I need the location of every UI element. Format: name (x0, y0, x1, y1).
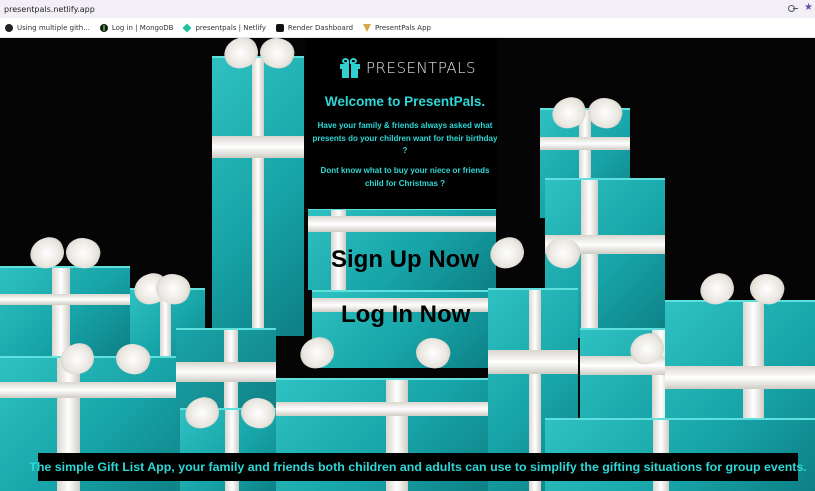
bookmark-presentpals[interactable]: PresentPals App (363, 23, 431, 32)
github-icon (5, 23, 13, 32)
ribbon-bow (490, 238, 580, 288)
url-text[interactable]: presentpals.netlify.app (4, 5, 95, 14)
ribbon-bow (60, 344, 150, 388)
netlify-icon (182, 22, 193, 33)
presentpals-logo: PRESENTPALS (340, 58, 476, 78)
gift-box (0, 266, 130, 356)
bookmark-mongodb[interactable]: Log in | MongoDB (99, 23, 174, 32)
logo-text: PRESENTPALS (366, 59, 477, 77)
mongodb-icon (99, 23, 108, 32)
gift-box (212, 56, 304, 336)
bookmark-label: PresentPals App (375, 23, 431, 32)
hero-section: PRESENTPALS Welcome to PresentPals. Have… (0, 38, 815, 491)
bookmark-label: Render Dashboard (287, 23, 354, 32)
ribbon-bow (700, 274, 784, 314)
intro-text-birthday: Have your family & friends always asked … (312, 121, 498, 155)
presentpals-icon (363, 23, 372, 32)
bookmark-label: presentpals | Netlify (195, 23, 266, 32)
gift-logo-icon (340, 58, 360, 78)
welcome-heading: Welcome to PresentPals. (324, 94, 486, 109)
bookmark-label: Log in | MongoDB (111, 23, 174, 32)
bookmarks-bar: Using multiple gith... Log in | MongoDB … (0, 18, 815, 38)
tagline-text: The simple Gift List App, your family an… (29, 460, 807, 474)
password-key-icon[interactable] (788, 4, 799, 12)
ribbon-bow (300, 338, 450, 408)
bookmark-render[interactable]: Render Dashboard (275, 23, 354, 32)
ribbon-bow (224, 38, 294, 72)
bookmark-netlify[interactable]: presentpals | Netlify (182, 22, 266, 33)
sign-up-link[interactable]: Sign Up Now (331, 246, 479, 274)
render-icon (275, 23, 284, 32)
bookmark-label: Using multiple gith... (17, 23, 90, 32)
ribbon-bow (134, 274, 190, 296)
tagline-banner: The simple Gift List App, your family an… (29, 453, 807, 481)
ribbon-bow (30, 238, 100, 272)
intro-text-christmas: Dont know what to buy your niece or frie… (320, 166, 490, 188)
bookmark-github[interactable]: Using multiple gith... (5, 23, 90, 32)
bookmark-star-icon[interactable]: ★ (804, 3, 813, 13)
ribbon-bow (552, 98, 622, 132)
ribbon-bow (185, 398, 275, 438)
address-bar[interactable]: presentpals.netlify.app ★ (0, 0, 815, 18)
log-in-link[interactable]: Log In Now (341, 301, 470, 329)
